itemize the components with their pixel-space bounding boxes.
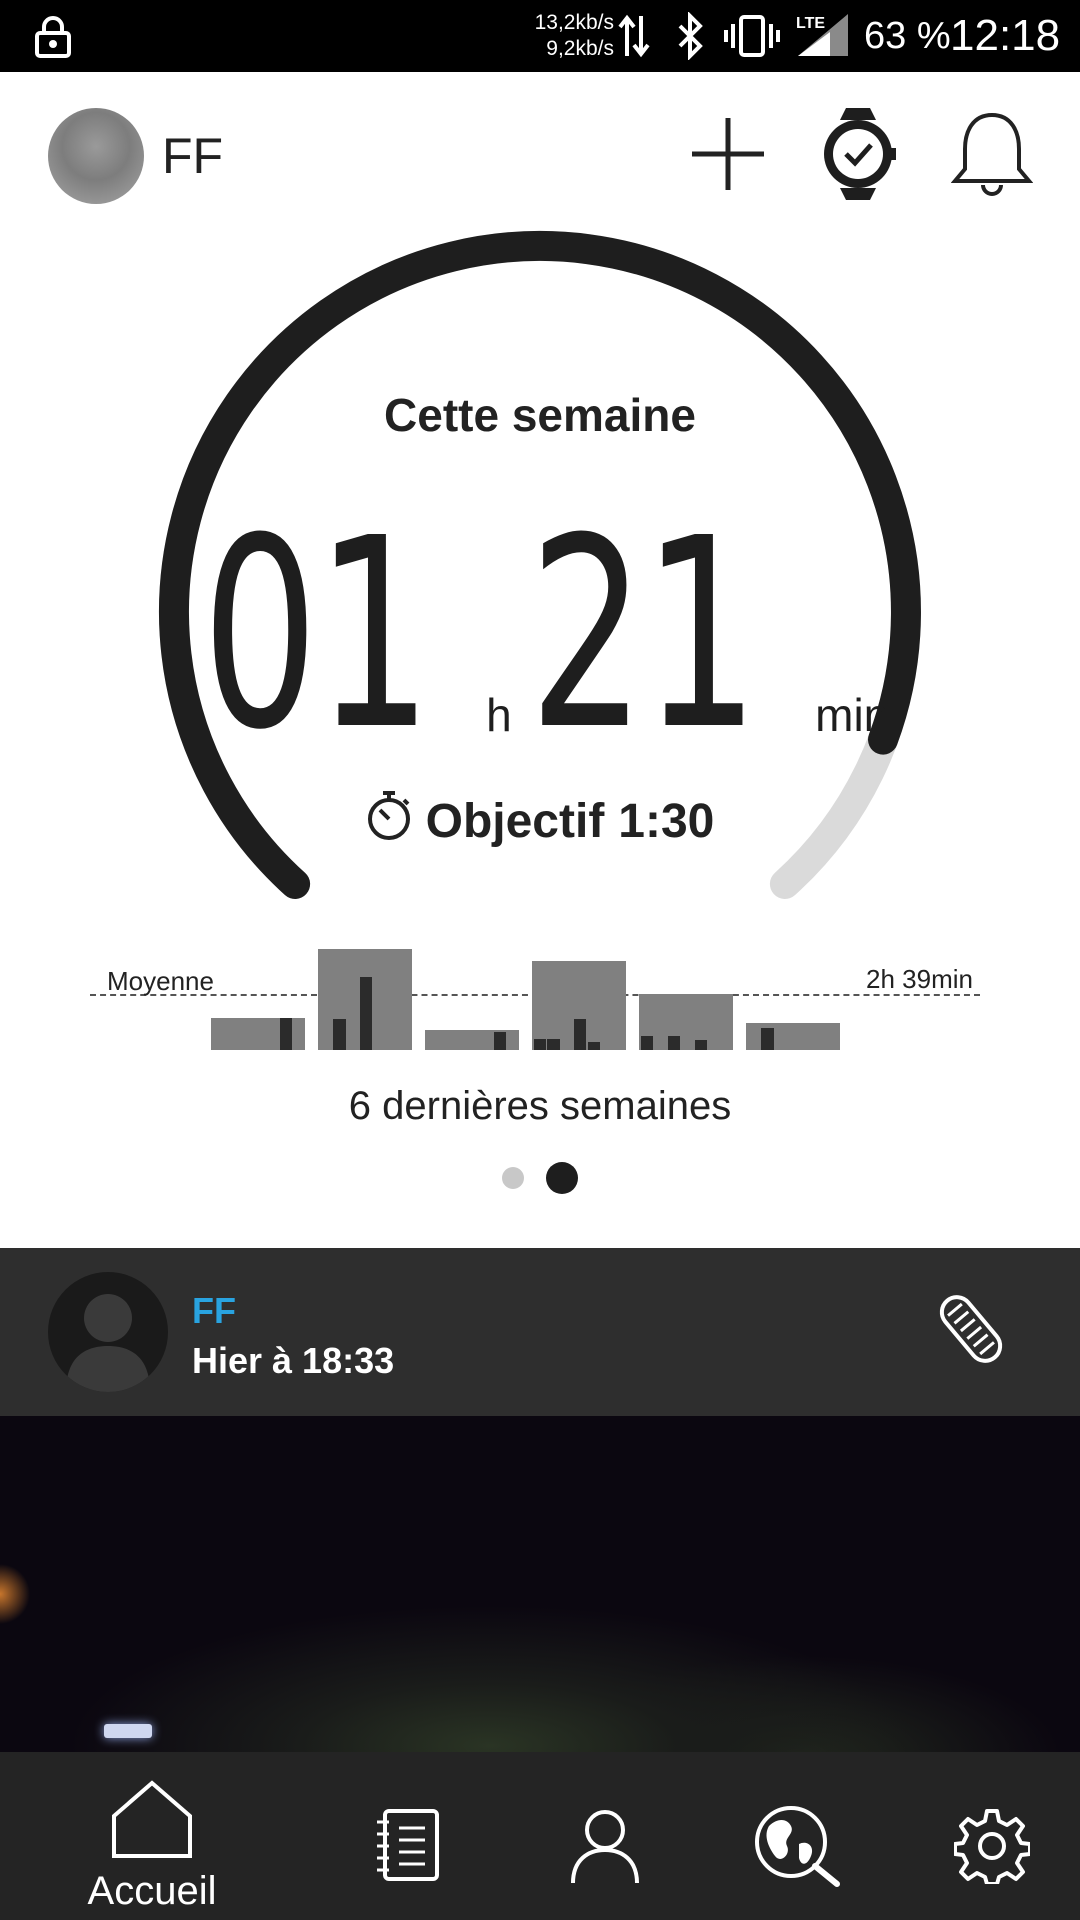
minutes-unit: min [815, 689, 890, 741]
nav-home[interactable]: Accueil [70, 1752, 234, 1920]
day-bar [547, 1039, 560, 1050]
day-bar [574, 1019, 587, 1050]
day-bar [694, 1039, 707, 1050]
day-bar [641, 1035, 654, 1050]
feed-avatar[interactable] [48, 1272, 168, 1392]
goal: Objectif 1:30 [0, 790, 1080, 852]
day-bar [587, 1042, 600, 1050]
person-silhouette-icon [66, 1294, 150, 1392]
nav-settings[interactable] [942, 1752, 1042, 1920]
nav-explore[interactable] [748, 1752, 848, 1920]
hours-unit: h [486, 689, 512, 741]
stopwatch-icon [366, 790, 412, 852]
diary-icon [375, 1808, 441, 1887]
photo-light-spot [104, 1724, 152, 1738]
duration-display: 01 h 21 min [0, 482, 1080, 787]
day-bar [761, 1027, 774, 1050]
bottom-navigation: Accueil [0, 1752, 1080, 1920]
profile-icon [570, 1808, 640, 1889]
duration-hours: 01 [201, 482, 433, 787]
day-bar [667, 1035, 680, 1050]
day-bar [280, 1018, 293, 1050]
weeks-caption: 6 dernières semaines [348, 1084, 732, 1128]
page-indicator [0, 1162, 1080, 1194]
week-bar[interactable] [746, 1022, 840, 1050]
nav-home-label: Accueil [87, 1869, 217, 1913]
goal-value: 1:30 [618, 794, 715, 848]
feed-time: Hier à 18:33 [192, 1340, 395, 1381]
average-value: 2h 39min [866, 964, 973, 994]
average-label: Moyenne [107, 966, 214, 996]
week-bar[interactable] [639, 994, 733, 1050]
weekly-bars-chart[interactable]: Moyenne 2h 39min [0, 940, 1080, 1060]
goal-label: Objectif [425, 794, 605, 848]
feed-username[interactable]: FF [192, 1290, 236, 1332]
day-bar [360, 976, 373, 1050]
page-dot[interactable] [502, 1167, 524, 1189]
page-dot[interactable] [546, 1162, 578, 1194]
duration-minutes: 21 [528, 482, 760, 787]
nav-profile[interactable] [555, 1752, 655, 1920]
settings-gear-icon [953, 1808, 1032, 1889]
day-bar [333, 1019, 346, 1050]
activity-photo[interactable] [0, 1416, 1080, 1752]
feed-entry-header[interactable]: FF Hier à 18:33 [0, 1248, 1080, 1416]
summary-title: Cette semaine [384, 389, 696, 441]
day-bar [534, 1039, 547, 1050]
running-shoe-icon [930, 1288, 1012, 1375]
home-icon [111, 1780, 193, 1863]
day-bar [494, 1032, 507, 1050]
nav-diary[interactable] [358, 1752, 458, 1920]
explore-globe-icon [753, 1804, 843, 1893]
